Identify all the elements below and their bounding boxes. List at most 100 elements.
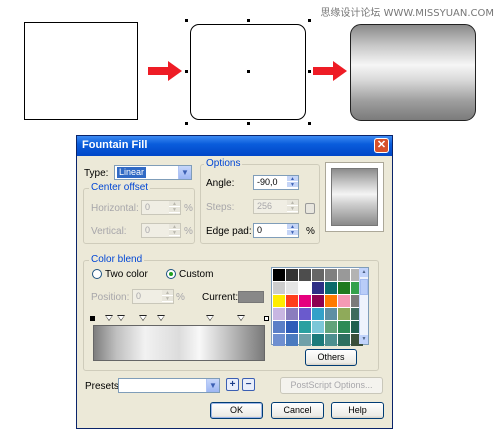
dialog-title: Fountain Fill bbox=[82, 139, 148, 151]
blend-marker[interactable] bbox=[105, 315, 113, 321]
help-button[interactable]: Help bbox=[331, 402, 384, 419]
spin-down-icon[interactable]: ▼ bbox=[287, 182, 298, 188]
others-button[interactable]: Others bbox=[305, 349, 357, 366]
palette-swatch[interactable] bbox=[286, 334, 298, 346]
scroll-up-icon[interactable]: ▲ bbox=[360, 268, 368, 277]
two-color-label: Two color bbox=[105, 269, 148, 280]
spin-down-icon[interactable]: ▼ bbox=[169, 230, 180, 236]
spin-down-icon[interactable]: ▼ bbox=[287, 230, 298, 236]
palette-swatch[interactable] bbox=[338, 321, 350, 333]
blend-marker[interactable] bbox=[117, 315, 125, 321]
horizontal-spinner[interactable]: 0 ▲ ▼ bbox=[141, 200, 181, 215]
selection-handle bbox=[185, 70, 188, 73]
palette-swatch[interactable] bbox=[273, 282, 285, 294]
spin-down-icon[interactable]: ▼ bbox=[287, 206, 298, 212]
palette-swatch[interactable] bbox=[273, 269, 285, 281]
position-spinner[interactable]: 0 ▲ ▼ bbox=[132, 289, 174, 304]
color-blend-strip[interactable] bbox=[93, 325, 265, 361]
palette-swatch[interactable] bbox=[299, 321, 311, 333]
vertical-value: 0 bbox=[145, 225, 151, 235]
palette-swatch[interactable] bbox=[325, 308, 337, 320]
palette-swatch[interactable] bbox=[312, 321, 324, 333]
preview-swatch bbox=[331, 168, 378, 226]
ok-button[interactable]: OK bbox=[210, 402, 263, 419]
chevron-down-icon[interactable]: ▼ bbox=[206, 379, 219, 392]
palette-swatch[interactable] bbox=[312, 269, 324, 281]
start-node-marker[interactable] bbox=[90, 316, 95, 321]
add-preset-button[interactable]: + bbox=[226, 378, 239, 391]
custom-label: Custom bbox=[179, 269, 214, 280]
postscript-options-button[interactable]: PostScript Options... bbox=[280, 377, 383, 394]
blend-marker[interactable] bbox=[139, 315, 147, 321]
position-percent: % bbox=[176, 292, 185, 303]
edge-pad-value: 0 bbox=[257, 225, 263, 235]
angle-value: -90,0 bbox=[257, 177, 278, 187]
end-node-marker[interactable] bbox=[264, 316, 269, 321]
palette-swatch[interactable] bbox=[273, 334, 285, 346]
spin-down-icon[interactable]: ▼ bbox=[162, 296, 173, 302]
blend-marker[interactable] bbox=[237, 315, 245, 321]
palette-swatch[interactable] bbox=[338, 295, 350, 307]
gradient-preview bbox=[325, 162, 384, 232]
horizontal-percent: % bbox=[184, 203, 193, 214]
cancel-button[interactable]: Cancel bbox=[271, 402, 324, 419]
palette-scrollbar[interactable]: ▲ ▼ bbox=[359, 268, 368, 344]
type-label: Type: bbox=[84, 168, 109, 179]
palette-swatch[interactable] bbox=[312, 295, 324, 307]
palette-swatch[interactable] bbox=[338, 269, 350, 281]
selection-handle bbox=[247, 19, 250, 22]
current-color-swatch[interactable] bbox=[238, 291, 264, 303]
palette-swatch[interactable] bbox=[286, 269, 298, 281]
palette-swatch[interactable] bbox=[325, 282, 337, 294]
palette-swatch[interactable] bbox=[286, 321, 298, 333]
steps-spinner[interactable]: 256 ▲ ▼ bbox=[253, 199, 299, 214]
scrollbar-thumb[interactable] bbox=[360, 279, 368, 295]
palette-swatch[interactable] bbox=[286, 308, 298, 320]
options-title: Options bbox=[204, 158, 243, 169]
palette-swatch[interactable] bbox=[312, 334, 324, 346]
palette-swatch[interactable] bbox=[325, 334, 337, 346]
palette-swatch[interactable] bbox=[325, 321, 337, 333]
horizontal-label: Horizontal: bbox=[91, 203, 139, 214]
palette-swatch[interactable] bbox=[299, 282, 311, 294]
palette-swatch[interactable] bbox=[273, 295, 285, 307]
chevron-down-icon[interactable]: ▼ bbox=[178, 166, 191, 179]
vertical-spinner[interactable]: 0 ▲ ▼ bbox=[141, 223, 181, 238]
palette-swatch[interactable] bbox=[273, 321, 285, 333]
selection-handle bbox=[247, 122, 250, 125]
presets-select[interactable]: ▼ bbox=[118, 378, 220, 393]
selection-handle bbox=[185, 122, 188, 125]
center-mark bbox=[247, 70, 250, 73]
palette-swatch[interactable] bbox=[299, 269, 311, 281]
palette-grid bbox=[273, 269, 363, 346]
close-button[interactable]: ✕ bbox=[374, 138, 389, 153]
palette-swatch[interactable] bbox=[299, 334, 311, 346]
palette-swatch[interactable] bbox=[286, 295, 298, 307]
spin-down-icon[interactable]: ▼ bbox=[169, 207, 180, 213]
blend-marker[interactable] bbox=[206, 315, 214, 321]
plus-icon: + bbox=[229, 379, 236, 390]
blend-marker[interactable] bbox=[157, 315, 165, 321]
palette-swatch[interactable] bbox=[299, 295, 311, 307]
lock-icon[interactable] bbox=[305, 203, 315, 214]
palette-swatch[interactable] bbox=[325, 269, 337, 281]
palette-swatch[interactable] bbox=[286, 282, 298, 294]
remove-preset-button[interactable]: − bbox=[242, 378, 255, 391]
edge-pad-spinner[interactable]: 0 ▲ ▼ bbox=[253, 223, 299, 238]
palette-swatch[interactable] bbox=[312, 282, 324, 294]
two-color-radio[interactable] bbox=[92, 269, 102, 279]
palette-swatch[interactable] bbox=[338, 308, 350, 320]
palette-swatch[interactable] bbox=[312, 308, 324, 320]
position-value: 0 bbox=[136, 291, 142, 301]
scroll-down-icon[interactable]: ▼ bbox=[360, 335, 368, 344]
palette-swatch[interactable] bbox=[338, 334, 350, 346]
palette-swatch[interactable] bbox=[325, 295, 337, 307]
custom-radio[interactable] bbox=[166, 269, 176, 279]
selection-handle bbox=[308, 19, 311, 22]
type-select[interactable]: Linear ▼ bbox=[114, 165, 192, 180]
palette-swatch[interactable] bbox=[299, 308, 311, 320]
angle-spinner[interactable]: -90,0 ▲ ▼ bbox=[253, 175, 299, 190]
color-blend-title: Color blend bbox=[89, 254, 145, 265]
palette-swatch[interactable] bbox=[338, 282, 350, 294]
palette-swatch[interactable] bbox=[273, 308, 285, 320]
